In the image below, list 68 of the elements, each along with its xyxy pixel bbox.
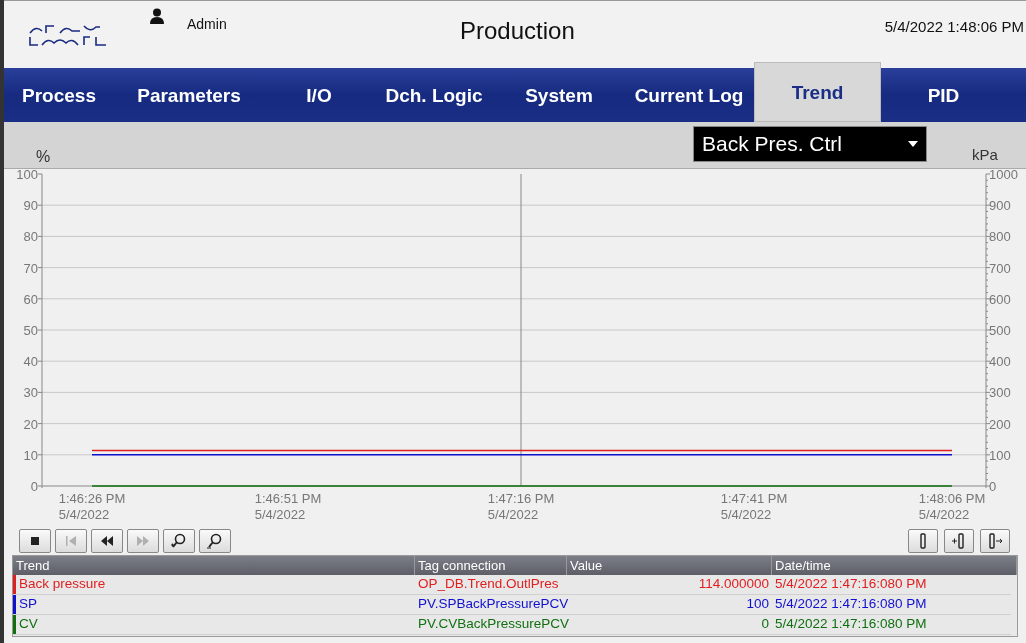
column-header: Value xyxy=(567,556,772,575)
dropdown-caret-icon xyxy=(908,141,918,147)
time-label: 1:46:51 PM 5/4/2022 xyxy=(254,491,322,522)
nav-tab[interactable]: Trend xyxy=(754,62,881,122)
table-cell-text: 5/4/2022 1:47:16:080 PM xyxy=(774,575,928,594)
axis-label: 800 xyxy=(989,229,1011,245)
table-cell-text: 0 xyxy=(760,615,770,634)
time-label: 1:48:06 PM 5/4/2022 xyxy=(918,491,986,522)
table-cell-text: 114.000000 xyxy=(697,575,770,594)
table-cell-text: Back pressure xyxy=(18,575,107,594)
ruler-right-icon xyxy=(986,532,1004,550)
user-name: Admin xyxy=(187,15,227,34)
screen-title: Production xyxy=(460,16,575,46)
axis-label: 100 xyxy=(989,447,1011,463)
zoom-in-icon xyxy=(170,532,188,550)
toolbar-button[interactable] xyxy=(908,529,938,553)
axis-label: 300 xyxy=(989,385,1011,401)
axis-label: 30 xyxy=(23,385,38,401)
axis-label: 70 xyxy=(23,260,38,276)
axis-label: 900 xyxy=(989,198,1011,214)
table-cell-text: PV.CVBackPressurePCV xyxy=(417,615,567,634)
user-icon xyxy=(150,8,164,24)
table-cell-text: 5/4/2022 1:47:16:080 PM xyxy=(774,595,928,614)
toolbar-button[interactable] xyxy=(19,529,51,553)
axis-label: 100 xyxy=(16,169,38,182)
time-label: 1:46:26 PM 5/4/2022 xyxy=(58,491,126,522)
trend-selector[interactable]: Back Pres. Ctrl xyxy=(693,126,927,162)
axis-label: 700 xyxy=(989,260,1011,276)
axis-label: 20 xyxy=(23,416,38,432)
nav-tab[interactable]: Process xyxy=(4,68,114,122)
toolbar-button[interactable] xyxy=(91,529,123,553)
axis-unit: kPa xyxy=(972,145,998,165)
column-header: Date/time xyxy=(772,556,1017,575)
axis-label: 200 xyxy=(989,416,1011,432)
nav-tab[interactable]: Dch. Logic xyxy=(374,68,494,122)
toolbar-button[interactable] xyxy=(199,529,231,553)
axis-label: 60 xyxy=(23,291,38,307)
toolbar-button[interactable] xyxy=(163,529,195,553)
axis-label: 0 xyxy=(30,479,38,494)
nav-tab[interactable]: PID xyxy=(881,68,1006,122)
column-header: Tag connection xyxy=(415,556,567,575)
nav-tab[interactable]: System xyxy=(494,68,624,122)
date-time: 5/4/2022 1:48:06 PM xyxy=(884,17,1024,37)
time-label: 1:47:16 PM 5/4/2022 xyxy=(487,491,555,522)
table-cell-text: OP_DB.Trend.OutlPres xyxy=(417,575,560,594)
nav-tab[interactable]: Current Log xyxy=(624,68,754,122)
axis-label: 50 xyxy=(23,323,38,338)
axis-label: 80 xyxy=(23,229,38,245)
axis-label: 600 xyxy=(989,291,1011,307)
zoom-out-icon xyxy=(206,532,224,550)
axis-label: 90 xyxy=(23,198,38,214)
time-label: 1:47:41 PM 5/4/2022 xyxy=(720,491,788,522)
axis-label: 40 xyxy=(23,354,38,370)
axis-label: 1000 xyxy=(989,169,1018,182)
table-cell-text: CV xyxy=(18,615,39,634)
axis-label: 500 xyxy=(989,323,1011,338)
table-cell-text: 5/4/2022 1:47:16:080 PM xyxy=(774,615,928,634)
axis-label: 10 xyxy=(23,447,38,463)
toolbar-button[interactable] xyxy=(980,529,1010,553)
table-cell-text: SP xyxy=(18,595,38,614)
nav-tab[interactable]: Parameters xyxy=(114,68,264,122)
nav-tab[interactable]: I/O xyxy=(264,68,374,122)
axis-label: 400 xyxy=(989,354,1011,370)
axis-unit: % xyxy=(36,147,51,167)
table-cell-text: PV.SPBackPressurePCV xyxy=(417,595,567,614)
toolbar-button[interactable] xyxy=(944,529,974,553)
table-cell-text: 100 xyxy=(745,595,770,614)
axis-label: 0 xyxy=(989,479,997,494)
